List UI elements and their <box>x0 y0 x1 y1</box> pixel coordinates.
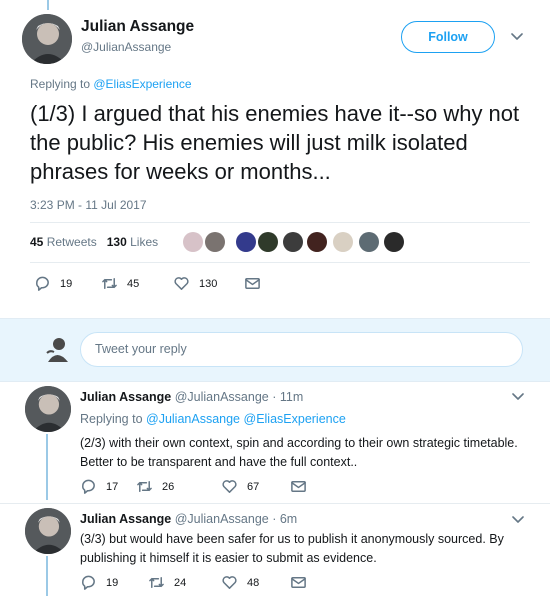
retweet-icon <box>149 577 164 588</box>
replying-to-link[interactable]: @EliasExperience <box>244 412 346 426</box>
like-action[interactable]: 48 <box>221 574 259 591</box>
reply-input[interactable]: Tweet your reply <box>80 332 523 367</box>
like-count: 67 <box>247 480 260 493</box>
retweet-action[interactable]: 24 <box>148 574 186 591</box>
divider <box>30 222 530 223</box>
retweet-count: 45 <box>127 277 140 290</box>
retweets-count: 45 <box>30 235 44 249</box>
like-action[interactable]: 67 <box>221 478 259 495</box>
retweets-label: Retweets <box>46 235 97 249</box>
like-icon <box>222 480 237 493</box>
likes-stat[interactable]: 130 Likes <box>107 235 158 249</box>
replying-to-link[interactable]: @EliasExperience <box>93 77 191 91</box>
retweets-stat[interactable]: 45 Retweets <box>30 235 97 249</box>
like-icon <box>174 277 189 290</box>
reply-count: 17 <box>106 480 119 493</box>
reply-time[interactable]: · 11m <box>269 390 303 404</box>
reply-action[interactable]: 17 <box>80 478 118 495</box>
liker-avatar[interactable] <box>183 232 203 252</box>
retweet-icon <box>102 278 117 289</box>
like-icon <box>222 576 237 589</box>
liker-avatar[interactable] <box>307 232 327 252</box>
liker-avatar[interactable] <box>283 232 303 252</box>
like-count: 130 <box>199 277 218 290</box>
thread-line-top <box>47 0 49 10</box>
liker-avatar[interactable] <box>384 232 404 252</box>
avatar[interactable] <box>25 508 71 554</box>
like-action[interactable]: 130 <box>173 275 217 292</box>
reply-time[interactable]: · 6m <box>269 512 297 526</box>
reply-action[interactable]: 19 <box>80 574 118 591</box>
replying-prefix: Replying to <box>30 77 94 91</box>
avatar[interactable] <box>22 14 72 64</box>
chevron-down-icon[interactable] <box>512 393 524 401</box>
liker-avatar[interactable] <box>205 232 225 252</box>
liker-avatar[interactable] <box>236 232 256 252</box>
likes-count: 130 <box>106 235 127 249</box>
message-icon[interactable] <box>244 275 261 292</box>
message-icon[interactable] <box>290 478 307 495</box>
reply-author-handle[interactable]: @JulianAssange <box>175 512 269 526</box>
replying-to: Replying to @JulianAssange @EliasExperie… <box>80 412 346 426</box>
reply-text: (3/3) but would have been safer for us t… <box>80 532 504 565</box>
reply-author-name[interactable]: Julian Assange <box>80 512 171 526</box>
liker-avatar[interactable] <box>359 232 379 252</box>
replying-to-link[interactable]: @JulianAssange <box>146 412 240 426</box>
engagement-stats: 45 Retweets 130 Likes <box>30 235 158 249</box>
chevron-down-icon[interactable] <box>512 516 524 524</box>
chevron-down-icon[interactable] <box>511 33 523 41</box>
liker-avatar[interactable] <box>258 232 278 252</box>
reply-icon <box>82 575 95 590</box>
divider <box>0 503 550 504</box>
reply-header: Julian Assange @JulianAssange · 11m <box>80 390 303 404</box>
reply-header: Julian Assange @JulianAssange · 6m <box>80 512 297 526</box>
liker-avatar[interactable] <box>333 232 353 252</box>
divider <box>30 262 530 263</box>
reply-author-handle[interactable]: @JulianAssange <box>175 390 269 404</box>
thread-line <box>46 434 48 500</box>
replying-prefix: Replying to <box>80 412 147 426</box>
likes-label: Likes <box>130 235 159 249</box>
author-handle[interactable]: @JulianAssange <box>81 40 171 54</box>
tweet-text: (1/3) I argued that his enemies have it-… <box>30 101 520 184</box>
author-name[interactable]: Julian Assange <box>81 18 194 36</box>
tweet-timestamp[interactable]: 3:23 PM - 11 Jul 2017 <box>30 198 147 212</box>
reply-action[interactable]: 19 <box>34 275 72 292</box>
retweet-icon <box>137 481 152 492</box>
thread-line <box>46 556 48 596</box>
reply-count: 19 <box>60 277 73 290</box>
message-icon[interactable] <box>290 574 307 591</box>
replying-to: Replying to @EliasExperience <box>30 77 192 91</box>
reply-icon <box>36 276 49 291</box>
reply-author-name[interactable]: Julian Assange <box>80 390 171 404</box>
avatar[interactable] <box>25 386 71 432</box>
retweet-count: 26 <box>162 480 175 493</box>
retweet-count: 24 <box>174 576 187 589</box>
reply-count: 19 <box>106 576 119 589</box>
follow-button[interactable]: Follow <box>401 21 495 53</box>
reply-icon <box>82 479 95 494</box>
retweet-action[interactable]: 45 <box>101 275 139 292</box>
user-icon <box>46 338 68 362</box>
reply-text: (2/3) with their own context, spin and a… <box>80 436 518 469</box>
retweet-action[interactable]: 26 <box>136 478 174 495</box>
like-count: 48 <box>247 576 260 589</box>
